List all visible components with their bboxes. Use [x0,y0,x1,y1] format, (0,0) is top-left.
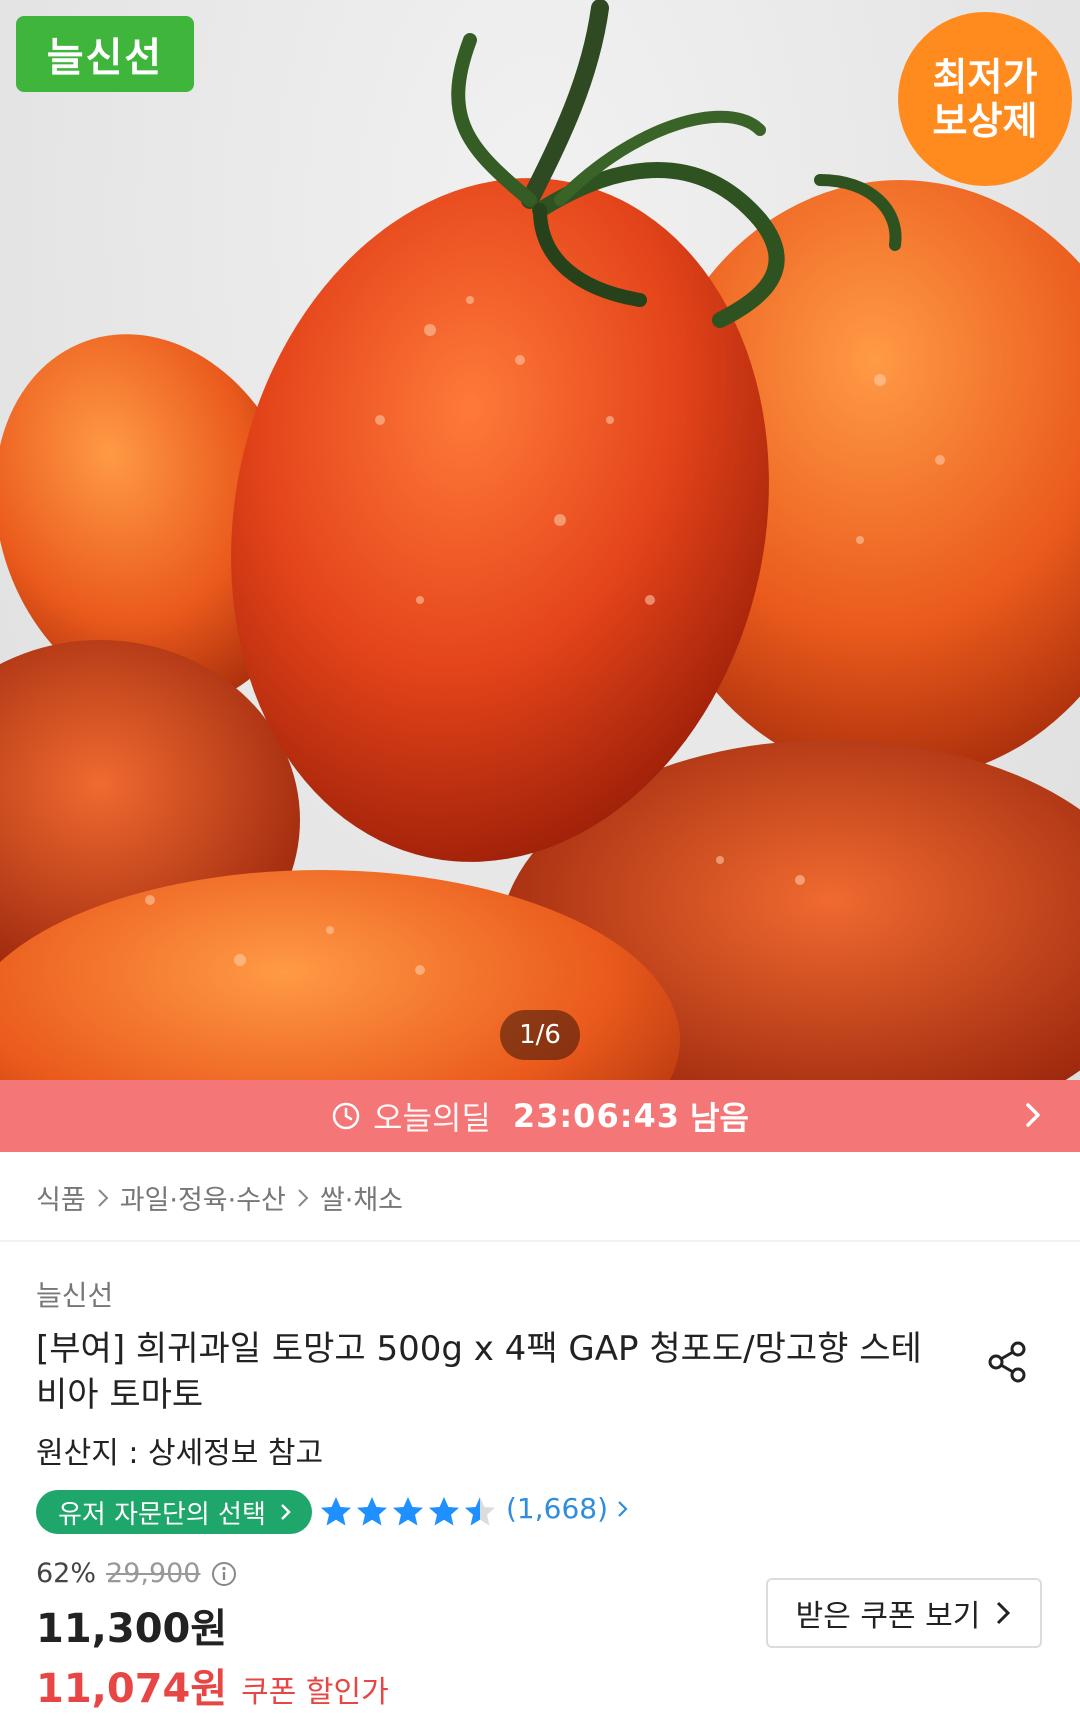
star-full-icon [321,1497,351,1526]
section-divider [0,1240,1080,1242]
sale-price: 11,300원 [36,1606,228,1652]
share-icon[interactable] [986,1340,1030,1384]
brand-name[interactable]: 늘신선 [36,1274,113,1314]
origin-info: 원산지 : 상세정보 참고 [36,1436,324,1471]
chevron-right-icon [618,1500,628,1517]
discount-row: 62% 29,900 [36,1558,237,1589]
deal-label: 오늘의딜 [373,1099,491,1137]
coupon-price: 11,074원 [36,1666,228,1712]
chevron-right-icon [997,1601,1011,1625]
breadcrumb: 식품 과일·정육·수산 쌀·채소 [36,1178,403,1217]
star-half-icon [465,1497,495,1526]
chevron-right-icon [298,1188,309,1207]
pick-badge-label: 유저 자문단의 선택 [58,1499,266,1530]
tomato-illustration [0,0,1080,1080]
lowest-price-badge: 최저가 보상제 [898,12,1072,186]
product-image[interactable]: 늘신선 최저가 보상제 1/6 [0,0,1080,1080]
todays-deal-bar[interactable]: 오늘의딜 23:06:43 남음 [0,1080,1080,1152]
star-full-icon [357,1497,387,1526]
breadcrumb-item[interactable]: 쌀·채소 [320,1178,403,1217]
info-icon[interactable] [211,1561,237,1587]
coupon-price-label: 쿠폰 할인가 [241,1675,389,1710]
chevron-right-icon[interactable] [1018,1100,1048,1130]
star-full-icon [429,1497,459,1526]
product-title: [부여] 희귀과일 토망고 500g x 4팩 GAP 청포도/망고향 스테비아… [36,1329,922,1415]
chevron-right-icon [281,1504,291,1520]
user-advisory-pick-badge[interactable]: 유저 자문단의 선택 [36,1490,312,1534]
original-price: 29,900 [106,1558,201,1589]
star-full-icon [393,1497,423,1526]
fresh-badge: 늘신선 [16,16,194,92]
view-coupons-label: 받은 쿠폰 보기 [795,1599,981,1634]
deal-countdown: 23:06:43 [512,1097,681,1135]
review-count-link[interactable]: (1,668) [506,1492,630,1525]
discount-rate: 62% [36,1558,97,1589]
image-counter: 1/6 [500,1010,580,1060]
lowest-price-badge-line2: 보상제 [932,99,1038,143]
breadcrumb-item[interactable]: 과일·정육·수산 [120,1178,286,1217]
clock-icon [332,1102,360,1130]
chevron-right-icon [97,1188,109,1207]
lowest-price-badge-line1: 최저가 [932,55,1038,99]
coupon-price-row: 11,074원 쿠폰 할인가 [36,1656,389,1714]
review-count: (1,668) [506,1492,609,1525]
breadcrumb-item[interactable]: 식품 [36,1178,86,1217]
view-coupons-button[interactable]: 받은 쿠폰 보기 [766,1578,1042,1648]
deal-remain-text: 남음 [690,1099,749,1137]
rating-stars[interactable] [318,1494,498,1530]
